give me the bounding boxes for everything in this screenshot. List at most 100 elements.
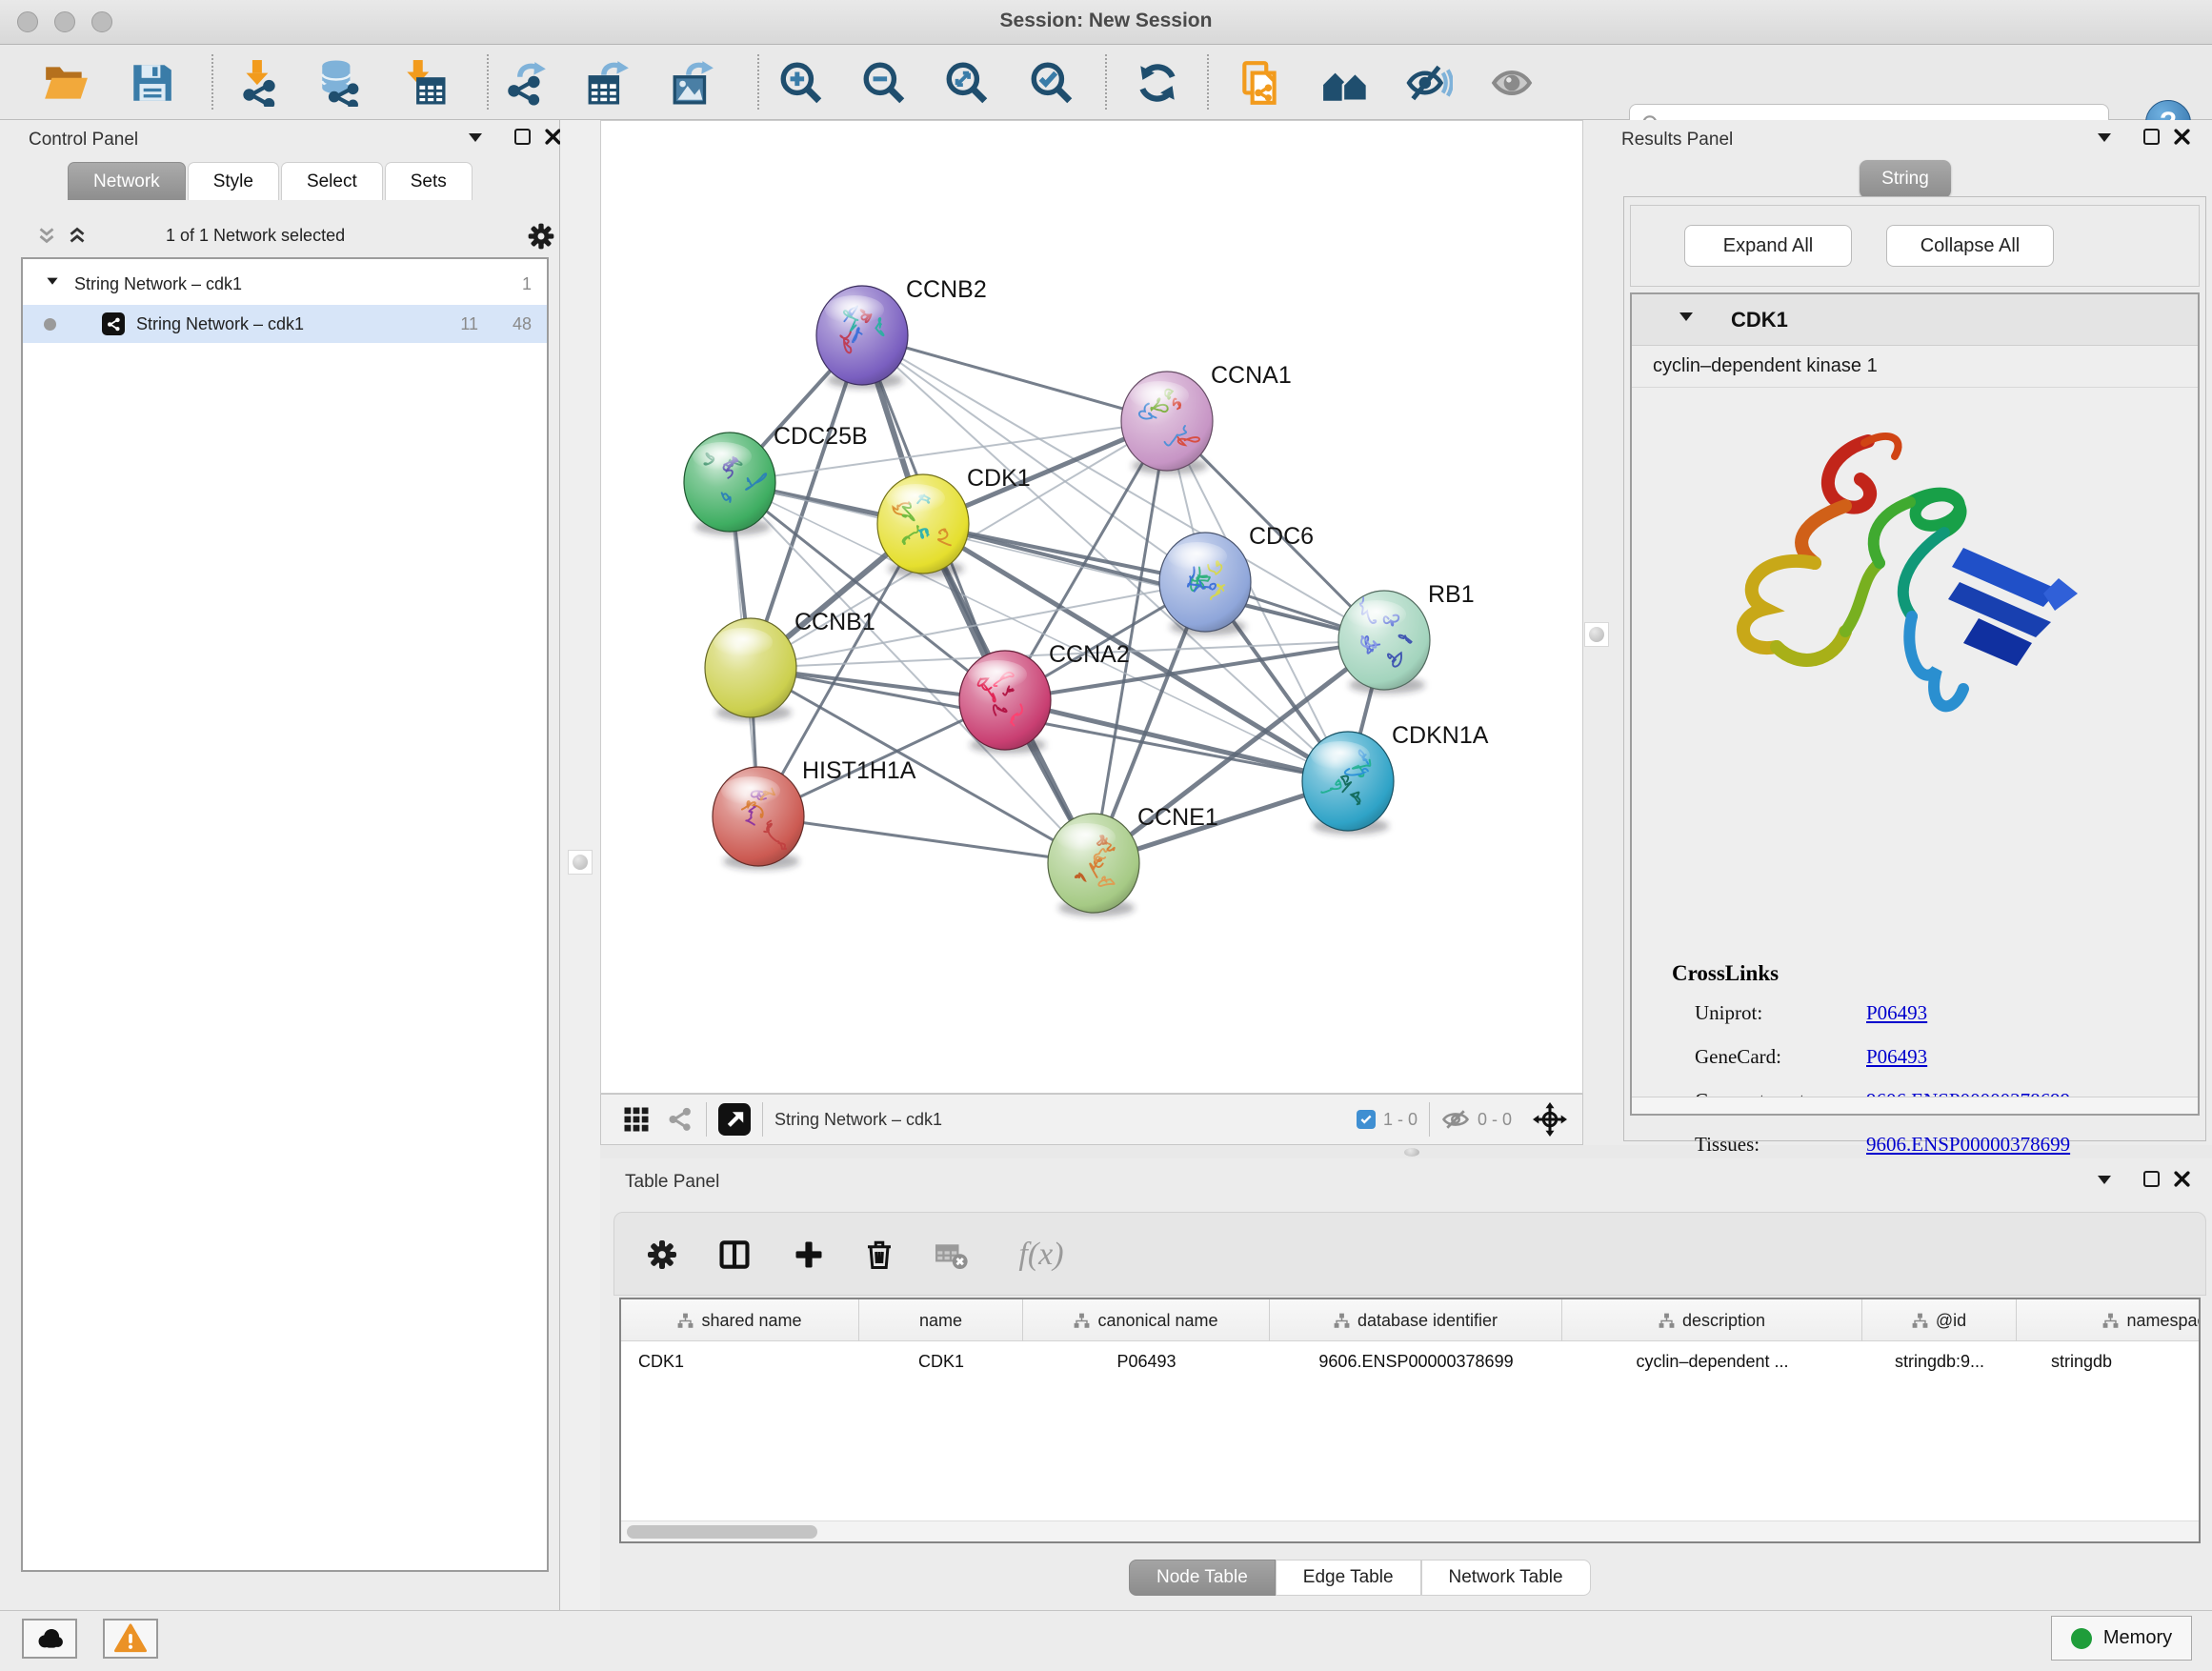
zoom-selected-button[interactable] (1026, 57, 1077, 109)
fit-content-button[interactable] (941, 57, 993, 109)
delete-table-button[interactable] (931, 1234, 973, 1276)
export-network-button[interactable] (500, 57, 552, 109)
tab-node-table[interactable]: Node Table (1129, 1560, 1276, 1596)
protein-section-header[interactable]: CDK1 (1632, 294, 2198, 346)
panel-menu-icon[interactable] (469, 133, 482, 149)
apply-layout-button[interactable] (1132, 57, 1183, 109)
collection-expand-icon[interactable] (47, 278, 57, 291)
zoom-out-button[interactable] (858, 57, 910, 109)
save-session-button[interactable] (126, 57, 177, 109)
network-row-selected[interactable]: String Network – cdk1 11 48 (23, 305, 547, 343)
splitter-handle-icon (573, 855, 588, 870)
create-column-button[interactable] (788, 1234, 830, 1276)
network-row-label: String Network – cdk1 (136, 314, 304, 334)
table-type-tabs: Node Table Edge Table Network Table (1129, 1560, 1591, 1596)
table-panel-title: Table Panel (625, 1172, 719, 1193)
hide-selected-button[interactable] (1403, 57, 1455, 109)
left-splitter[interactable] (560, 120, 600, 1612)
function-builder-button[interactable]: f(x) (1003, 1234, 1079, 1276)
panel-float-icon[interactable] (514, 129, 531, 145)
network-edge-HIST1H1A-CCNE1[interactable] (758, 816, 1094, 863)
collapse-all-chevrons-icon[interactable] (34, 223, 59, 250)
panel-menu-icon[interactable] (2098, 133, 2111, 149)
fit-content-icon (943, 59, 991, 107)
selected-checkbox-icon[interactable] (1357, 1110, 1376, 1129)
database-icon (316, 59, 364, 107)
scrollbar-thumb[interactable] (627, 1525, 817, 1539)
tree-column-icon (1912, 1313, 1928, 1329)
panel-close-icon[interactable] (2174, 1171, 2190, 1187)
tab-select[interactable]: Select (281, 162, 383, 200)
warnings-button[interactable] (103, 1619, 158, 1659)
duplicate-network-button[interactable] (1235, 57, 1286, 109)
table-row[interactable]: CDK1 CDK1 P06493 9606.ENSP00000378699 cy… (621, 1341, 2201, 1381)
right-splitter[interactable] (1583, 120, 1610, 1145)
show-all-button[interactable] (1486, 57, 1538, 109)
tab-string[interactable]: String (1860, 160, 1951, 198)
delete-columns-button[interactable] (858, 1234, 900, 1276)
node-table: shared name name canonical name database… (619, 1298, 2201, 1543)
uniprot-link[interactable]: P06493 (1866, 1001, 1927, 1025)
panel-float-icon[interactable] (2143, 129, 2160, 145)
export-table-button[interactable] (582, 57, 633, 109)
node-label-CCNE1: CCNE1 (1137, 804, 1218, 831)
grid-view-icon[interactable] (622, 1105, 651, 1134)
panel-close-icon[interactable] (2174, 129, 2190, 145)
table-horizontal-scrollbar[interactable] (621, 1520, 2199, 1541)
protein-structure-image (1681, 418, 2101, 761)
tree-column-icon (1334, 1313, 1350, 1329)
copy-documents-icon (1237, 59, 1284, 107)
export-network-icon (502, 59, 550, 107)
tree-column-icon (677, 1313, 694, 1329)
bottom-statusbar: Memory (0, 1610, 2212, 1671)
refresh-icon (1134, 59, 1181, 107)
panel-menu-icon[interactable] (2098, 1176, 2111, 1191)
results-scrollbar[interactable] (1632, 1097, 2198, 1114)
network-view-share-icon[interactable] (666, 1105, 694, 1134)
genecard-link[interactable]: P06493 (1866, 1045, 1927, 1069)
memory-button[interactable]: Memory (2051, 1616, 2192, 1661)
collapse-all-button[interactable]: Collapse All (1886, 225, 2054, 267)
tab-edge-table[interactable]: Edge Table (1276, 1560, 1421, 1596)
section-collapse-icon[interactable] (1679, 312, 1693, 328)
tab-network-table[interactable]: Network Table (1421, 1560, 1591, 1596)
cloud-status-button[interactable] (22, 1619, 77, 1659)
export-image-button[interactable] (667, 57, 718, 109)
birds-eye-crosshair-icon[interactable] (1533, 1102, 1567, 1137)
show-columns-button[interactable] (714, 1234, 755, 1276)
zoom-in-button[interactable] (775, 57, 827, 109)
import-table-file-button[interactable] (398, 57, 450, 109)
detach-view-icon[interactable] (718, 1103, 751, 1136)
node-label-CCNB2: CCNB2 (906, 276, 987, 303)
open-session-button[interactable] (40, 57, 91, 109)
node-label-CDC25B: CDC25B (774, 423, 868, 450)
panel-float-icon[interactable] (2143, 1171, 2160, 1187)
tree-column-icon (2102, 1313, 2119, 1329)
warning-icon (114, 1622, 147, 1655)
panel-close-icon[interactable] (545, 129, 561, 145)
trash-icon (862, 1238, 896, 1272)
import-network-database-button[interactable] (314, 57, 366, 109)
network-options-gear-icon[interactable] (526, 221, 556, 252)
tab-sets[interactable]: Sets (385, 162, 473, 200)
eye-slash-icon (1405, 59, 1453, 107)
tab-network[interactable]: Network (68, 162, 186, 200)
tissues-link[interactable]: 9606.ENSP00000378699 (1866, 1133, 2070, 1157)
column-header: database identifier (1270, 1299, 1562, 1341)
column-header: namespace (2017, 1299, 2201, 1341)
node-label-CDKN1A: CDKN1A (1392, 722, 1489, 749)
expand-all-button[interactable]: Expand All (1684, 225, 1852, 267)
show-graphics-details-button[interactable] (1319, 57, 1371, 109)
network-collection-row[interactable]: String Network – cdk1 1 (23, 265, 547, 303)
splitter-handle-icon (1404, 1148, 1419, 1157)
table-options-button[interactable] (641, 1234, 683, 1276)
import-network-file-button[interactable] (233, 57, 285, 109)
collection-label: String Network – cdk1 (74, 274, 242, 294)
column-header: description (1562, 1299, 1862, 1341)
gear-icon (645, 1238, 679, 1272)
network-canvas[interactable]: CCNB2CCNA1CDC25BCDK1CDC6RB1CCNB1CCNA2CDK… (600, 120, 1583, 1094)
column-header: canonical name (1023, 1299, 1270, 1341)
expand-all-chevrons-icon[interactable] (65, 223, 90, 250)
window-titlebar: Session: New Session (0, 0, 2212, 45)
tab-style[interactable]: Style (188, 162, 279, 200)
